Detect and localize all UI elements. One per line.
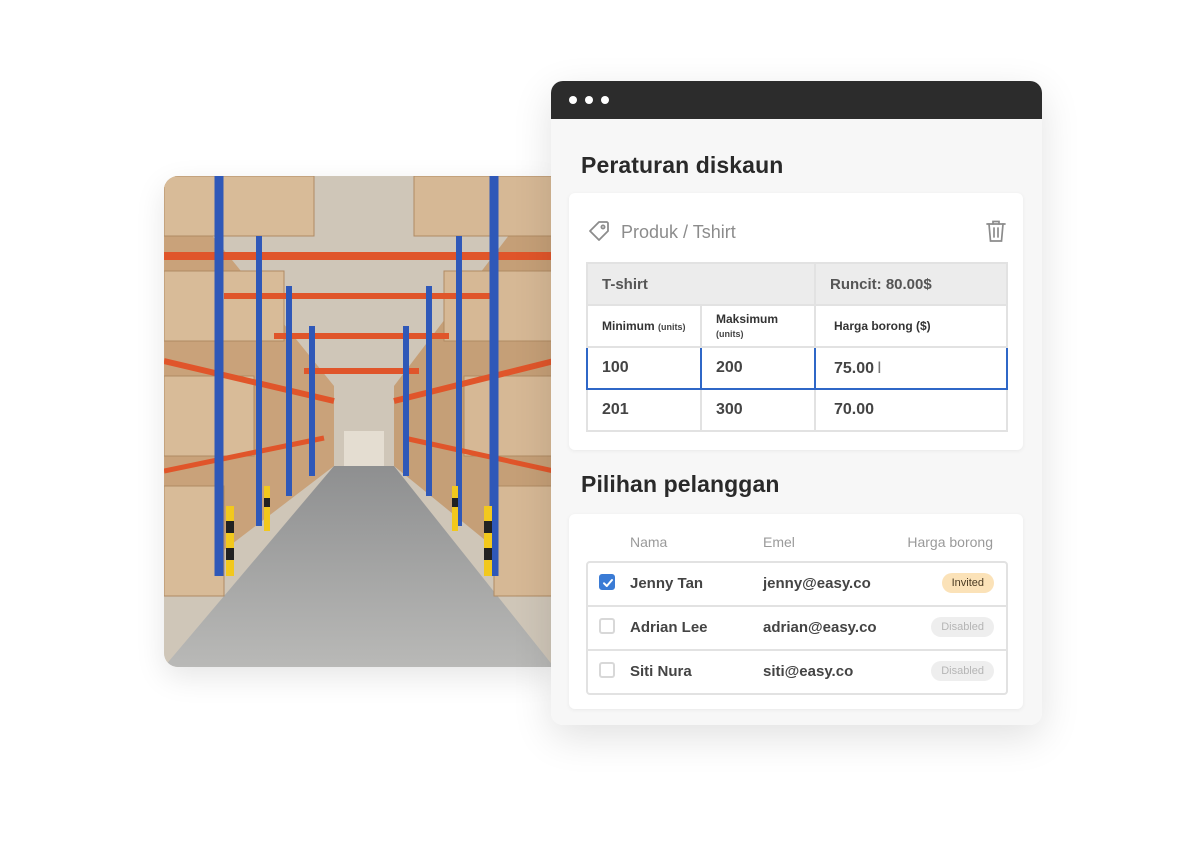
customer-row[interactable]: Siti Nura siti@easy.co Disabled	[588, 649, 1006, 693]
column-maximum-label: Maksimum	[716, 312, 779, 326]
app-window: Peraturan diskaun Produk / Tshirt T-shir…	[551, 81, 1042, 725]
customer-table: Jenny Tan jenny@easy.co Invited Adrian L…	[586, 561, 1008, 695]
window-dot-1[interactable]	[569, 96, 577, 104]
price-cell[interactable]: 75.00 I	[814, 346, 1008, 390]
column-price-label: Harga borong ($)	[834, 319, 931, 333]
customer-row[interactable]: Adrian Lee adrian@easy.co Disabled	[588, 605, 1006, 649]
window-dot-3[interactable]	[601, 96, 609, 104]
max-units-cell[interactable]: 200	[700, 346, 816, 390]
customer-row[interactable]: Jenny Tan jenny@easy.co Invited	[588, 563, 1006, 605]
customer-name: Jenny Tan	[630, 575, 704, 592]
column-minimum-label: Minimum	[602, 319, 655, 333]
retail-price: Runcit: 80.00$	[814, 262, 1008, 306]
window-body: Peraturan diskaun Produk / Tshirt T-shir…	[551, 119, 1042, 725]
column-minimum-unit: (units)	[658, 322, 686, 332]
window-dot-2[interactable]	[585, 96, 593, 104]
customer-name: Siti Nura	[630, 663, 692, 680]
customer-checkbox[interactable]	[599, 662, 615, 678]
customer-email: siti@easy.co	[763, 663, 854, 680]
price-value: 75.00	[834, 360, 875, 377]
rule-row[interactable]: 201 300 70.00	[586, 388, 1008, 432]
customer-email: adrian@easy.co	[763, 619, 877, 636]
check-icon	[603, 579, 613, 587]
discount-rules-title: Peraturan diskaun	[581, 152, 784, 178]
column-header-wholesale: Harga borong	[907, 534, 993, 550]
customer-name: Adrian Lee	[630, 619, 708, 636]
status-badge: Disabled	[931, 661, 994, 681]
window-titlebar	[551, 81, 1042, 119]
product-label: Produk / Tshirt	[621, 222, 736, 242]
customer-checkbox[interactable]	[599, 618, 615, 634]
column-header-wholesale-price: Harga borong ($)	[814, 304, 1008, 348]
min-units-cell[interactable]: 201	[586, 388, 702, 432]
column-header-email: Emel	[763, 534, 795, 550]
product-name: T-shirt	[586, 262, 816, 306]
column-header-row: Minimum (units) Maksimum (units) Harga b…	[586, 304, 1008, 348]
min-units-cell[interactable]: 100	[586, 346, 702, 390]
customer-options-title: Pilihan pelanggan	[581, 471, 780, 497]
status-badge: Disabled	[931, 617, 994, 637]
column-maximum-unit: (units)	[716, 329, 744, 339]
customer-options-card: Nama Emel Harga borong Jenny Tan jenny@e…	[569, 514, 1023, 709]
customer-email: jenny@easy.co	[763, 575, 871, 592]
tag-icon	[587, 219, 611, 243]
warehouse-photo	[164, 176, 554, 667]
customer-checkbox[interactable]	[599, 574, 615, 590]
discount-rules-card: Produk / Tshirt T-shirt Runcit: 80.00$ M…	[569, 193, 1023, 450]
column-header-name: Nama	[630, 534, 668, 550]
price-cell[interactable]: 70.00	[814, 388, 1008, 432]
product-header-row: T-shirt Runcit: 80.00$	[586, 262, 1008, 306]
column-header-minimum: Minimum (units)	[586, 304, 702, 348]
trash-icon[interactable]	[985, 219, 1007, 243]
discount-rules-table: T-shirt Runcit: 80.00$ Minimum (units) M…	[586, 262, 1008, 432]
rule-header: Produk / Tshirt	[587, 217, 1007, 247]
rule-row[interactable]: 100 200 75.00 I	[586, 346, 1008, 390]
max-units-cell[interactable]: 300	[700, 388, 816, 432]
column-header-maximum: Maksimum (units)	[700, 304, 816, 348]
text-cursor-icon: I	[877, 358, 882, 377]
status-badge: Invited	[941, 573, 994, 593]
